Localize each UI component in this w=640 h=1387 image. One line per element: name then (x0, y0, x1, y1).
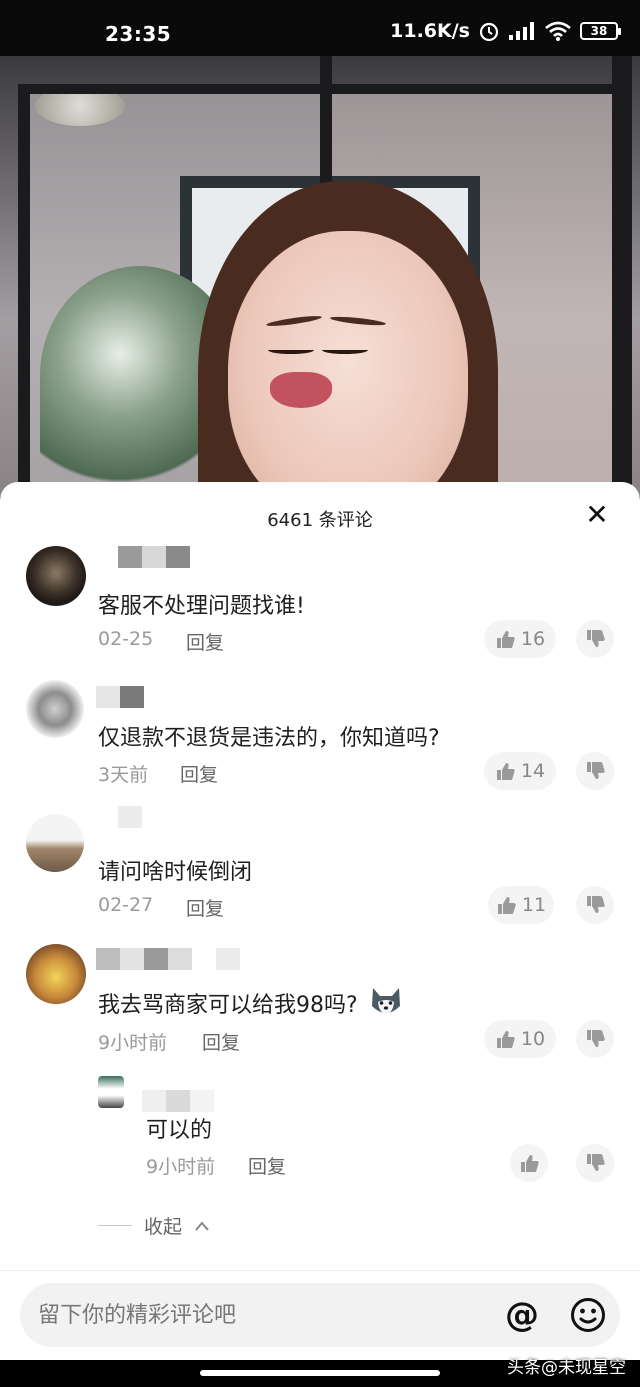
username-blurred[interactable] (96, 686, 144, 708)
username-blurred[interactable] (142, 1090, 214, 1112)
person-lips (270, 372, 332, 408)
comment-text: 仅退款不退货是违法的，你知道吗? (98, 726, 440, 751)
battery-level: 38 (590, 24, 608, 38)
wifi-icon (545, 21, 571, 41)
dislike-button[interactable] (576, 886, 614, 924)
reply-button[interactable]: 回复 (180, 760, 218, 787)
net-speed: 11.6K/s (390, 20, 470, 42)
thumbs-up-icon (496, 1031, 515, 1048)
person-eye (268, 346, 314, 354)
user-avatar[interactable] (26, 546, 86, 606)
divider (98, 1225, 132, 1226)
reply-button[interactable]: 回复 (186, 894, 224, 921)
reply-button[interactable]: 回复 (186, 628, 224, 655)
dislike-button[interactable] (576, 1144, 614, 1182)
status-time: 23:35 (105, 22, 172, 46)
user-avatar[interactable] (26, 814, 84, 872)
thumbs-up-icon (497, 897, 516, 914)
username-blurred[interactable] (96, 948, 240, 970)
like-button[interactable]: 16 (484, 620, 556, 658)
emoji-icon[interactable] (570, 1297, 606, 1333)
reply-text: 可以的 (146, 1118, 213, 1143)
username-blurred[interactable] (118, 546, 190, 568)
comment-input[interactable] (38, 1283, 478, 1347)
window-frame (18, 84, 30, 494)
at-icon[interactable]: @ (502, 1295, 542, 1335)
comment-text-body: 我去骂商家可以给我98吗? (98, 993, 358, 1018)
comment-text: 客服不处理问题找谁! (98, 594, 305, 619)
thumbs-down-icon (587, 762, 605, 779)
reply-date: 9小时前 (146, 1156, 216, 1178)
like-count: 14 (520, 760, 546, 782)
comments-count-title: 6461 条评论 (267, 510, 373, 531)
thumbs-down-icon (587, 1030, 605, 1047)
thumbs-up-icon (496, 631, 515, 648)
person-eye (322, 346, 368, 354)
user-avatar[interactable] (26, 944, 86, 1004)
thumbs-up-icon (496, 763, 515, 780)
comment-date: 02-27 (98, 894, 154, 916)
comment-text: 请问啥时候倒闭 (98, 860, 253, 885)
like-count: 11 (521, 894, 547, 916)
close-icon[interactable]: ✕ (582, 500, 612, 530)
dislike-button[interactable] (576, 752, 614, 790)
comment-input-container: @ (20, 1283, 620, 1347)
signal-icon (509, 22, 534, 40)
like-count: 10 (520, 1028, 546, 1050)
comments-sheet: 6461 条评论 ✕ 客服不处理问题找谁! 02-25 回复 16 仅退款不退货… (0, 482, 640, 1387)
collapse-label: 收起 (144, 1216, 183, 1238)
username-blurred[interactable] (118, 806, 142, 828)
reply-button[interactable]: 回复 (202, 1028, 240, 1055)
like-count: 16 (520, 628, 546, 650)
husky-emoji-icon (371, 988, 400, 1014)
like-button[interactable] (510, 1144, 548, 1182)
like-button[interactable]: 11 (488, 886, 554, 924)
battery-icon: 38 (580, 22, 621, 40)
alarm-icon (479, 22, 499, 42)
watermark: 头条@未现星空 (507, 1358, 626, 1378)
reply-button[interactable]: 回复 (248, 1152, 286, 1179)
status-right: 11.6K/s 38 (390, 20, 621, 42)
like-button[interactable]: 10 (484, 1020, 556, 1058)
video-player[interactable] (0, 56, 640, 496)
dislike-button[interactable] (576, 620, 614, 658)
user-avatar[interactable] (98, 1076, 124, 1108)
thumbs-down-icon (587, 896, 605, 913)
collapse-replies-button[interactable]: 收起 (98, 1212, 210, 1239)
dislike-button[interactable] (576, 1020, 614, 1058)
comment-date: 9小时前 (98, 1032, 168, 1054)
comment-text: 我去骂商家可以给我98吗? (98, 986, 403, 1019)
home-indicator[interactable] (200, 1370, 440, 1376)
chevron-up-icon (195, 1220, 209, 1231)
thumbs-down-icon (587, 1154, 605, 1171)
status-bar: 23:35 11.6K/s 38 (0, 0, 640, 56)
thumbs-up-icon (521, 1155, 539, 1172)
comment-date: 02-25 (98, 628, 154, 650)
thumbs-down-icon (587, 630, 605, 647)
comment-date: 3天前 (98, 764, 149, 786)
user-avatar[interactable] (26, 680, 84, 738)
window-frame (612, 56, 632, 496)
like-button[interactable]: 14 (484, 752, 556, 790)
person-face (228, 231, 468, 496)
